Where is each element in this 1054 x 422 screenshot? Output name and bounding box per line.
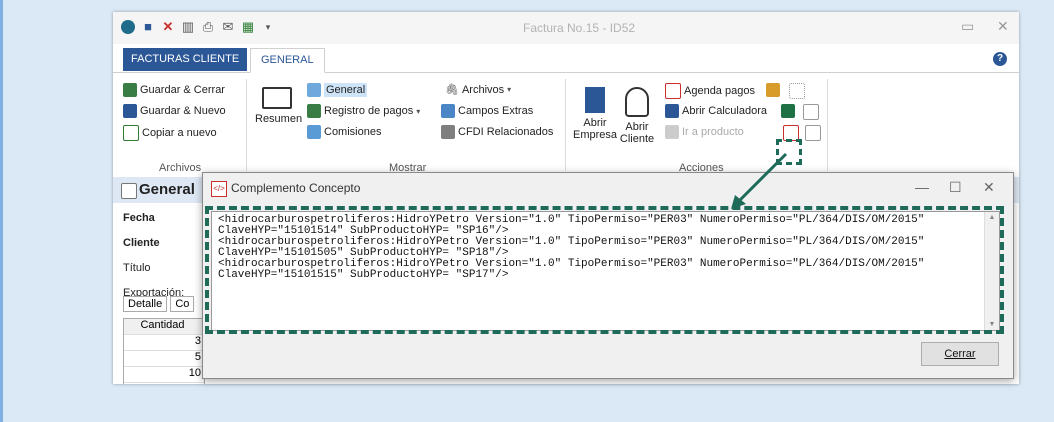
arrow-line [736,152,788,204]
pointer-arrow [731,152,788,209]
